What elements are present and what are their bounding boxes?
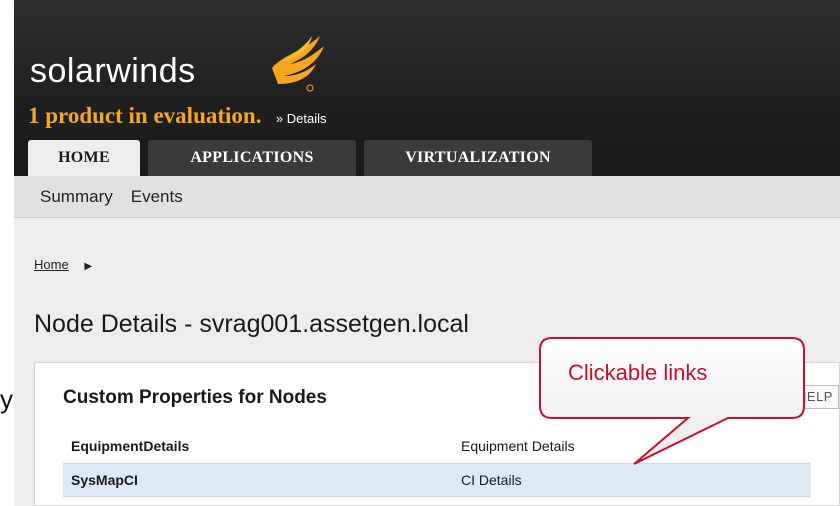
evaluation-details-link[interactable]: » Details — [276, 111, 327, 126]
subnav-summary[interactable]: Summary — [40, 187, 113, 207]
property-name: SysMapCI — [71, 472, 138, 488]
callout-annotation: Clickable links — [538, 336, 806, 465]
tab-applications[interactable]: APPLICATIONS — [148, 140, 356, 176]
app-frame: solarwinds 1 product in evaluation. » De… — [14, 0, 840, 506]
evaluation-message: 1 product in evaluation. — [28, 103, 262, 128]
breadcrumb-arrow-icon[interactable]: ▶ — [84, 261, 92, 272]
flame-icon — [272, 36, 324, 92]
subnav-events[interactable]: Events — [131, 187, 183, 207]
stray-text: y — [0, 384, 13, 414]
sub-navigation: Summary Events — [14, 176, 840, 218]
evaluation-banner: 1 product in evaluation. » Details — [28, 103, 326, 129]
main-tabs: HOME APPLICATIONS VIRTUALIZATION — [28, 140, 600, 176]
callout-bubble — [539, 337, 805, 465]
callout-text: Clickable links — [568, 360, 708, 385]
breadcrumb-home-link[interactable]: Home — [34, 257, 69, 272]
logo-text: solarwinds — [30, 52, 196, 90]
property-link[interactable]: CI Details — [461, 472, 522, 488]
panel-title: Custom Properties for Nodes — [63, 387, 327, 408]
tab-home[interactable]: HOME — [28, 140, 140, 176]
property-name: EquipmentDetails — [71, 438, 190, 454]
header: solarwinds 1 product in evaluation. » De… — [14, 0, 840, 176]
page-title: Node Details - svrag001.assetgen.local — [34, 310, 469, 338]
tab-virtualization[interactable]: VIRTUALIZATION — [364, 140, 592, 176]
breadcrumb: Home ▶ — [34, 257, 92, 272]
